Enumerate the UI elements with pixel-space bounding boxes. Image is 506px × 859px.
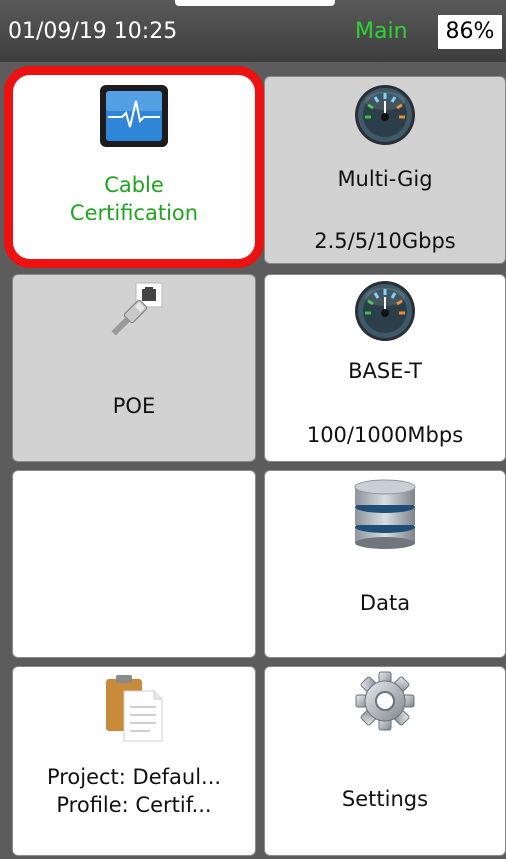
gauge-icon: [355, 85, 415, 145]
gear-icon: [355, 671, 415, 731]
multi-gig-title: Multi-Gig: [337, 167, 433, 191]
empty-tile[interactable]: [12, 470, 256, 658]
settings-tile[interactable]: Settings: [264, 666, 506, 856]
project-label: Project: Defaul...: [46, 765, 222, 789]
settings-title: Settings: [341, 787, 429, 811]
top-notch: [175, 0, 335, 6]
project-profile-tile[interactable]: Project: Defaul... Profile: Certif...: [12, 666, 256, 856]
cable-certification-tile[interactable]: Cable Certification: [4, 66, 264, 268]
base-t-title: BASE-T: [348, 359, 422, 383]
data-tile[interactable]: Data: [264, 470, 506, 658]
datetime: 01/09/19 10:25: [8, 19, 178, 44]
base-t-tile[interactable]: BASE-T 100/1000Mbps: [264, 274, 506, 462]
multi-gig-subtitle: 2.5/5/10Gbps: [314, 229, 456, 253]
status-bar: 01/09/19 10:25 Main 86%: [0, 0, 506, 62]
main-menu-grid: Cable Certification Multi-Gig 2.5/5/10Gb…: [0, 62, 506, 859]
gauge-icon: [355, 281, 415, 341]
database-icon: [354, 479, 416, 549]
waveform-monitor-icon: [100, 85, 168, 147]
base-t-subtitle: 100/1000Mbps: [306, 423, 464, 447]
multi-gig-tile[interactable]: Multi-Gig 2.5/5/10Gbps: [264, 76, 506, 264]
mode-label: Main: [355, 19, 408, 44]
poe-title: POE: [112, 394, 156, 418]
poe-tile[interactable]: POE: [12, 274, 256, 462]
battery-indicator: 86%: [438, 15, 502, 49]
cable-cert-line2: Certification: [69, 201, 199, 225]
ethernet-plug-icon: [111, 282, 163, 336]
cable-cert-line1: Cable: [104, 173, 164, 197]
data-title: Data: [359, 591, 411, 615]
profile-label: Profile: Certif...: [56, 793, 212, 817]
clipboard-document-icon: [106, 675, 163, 742]
